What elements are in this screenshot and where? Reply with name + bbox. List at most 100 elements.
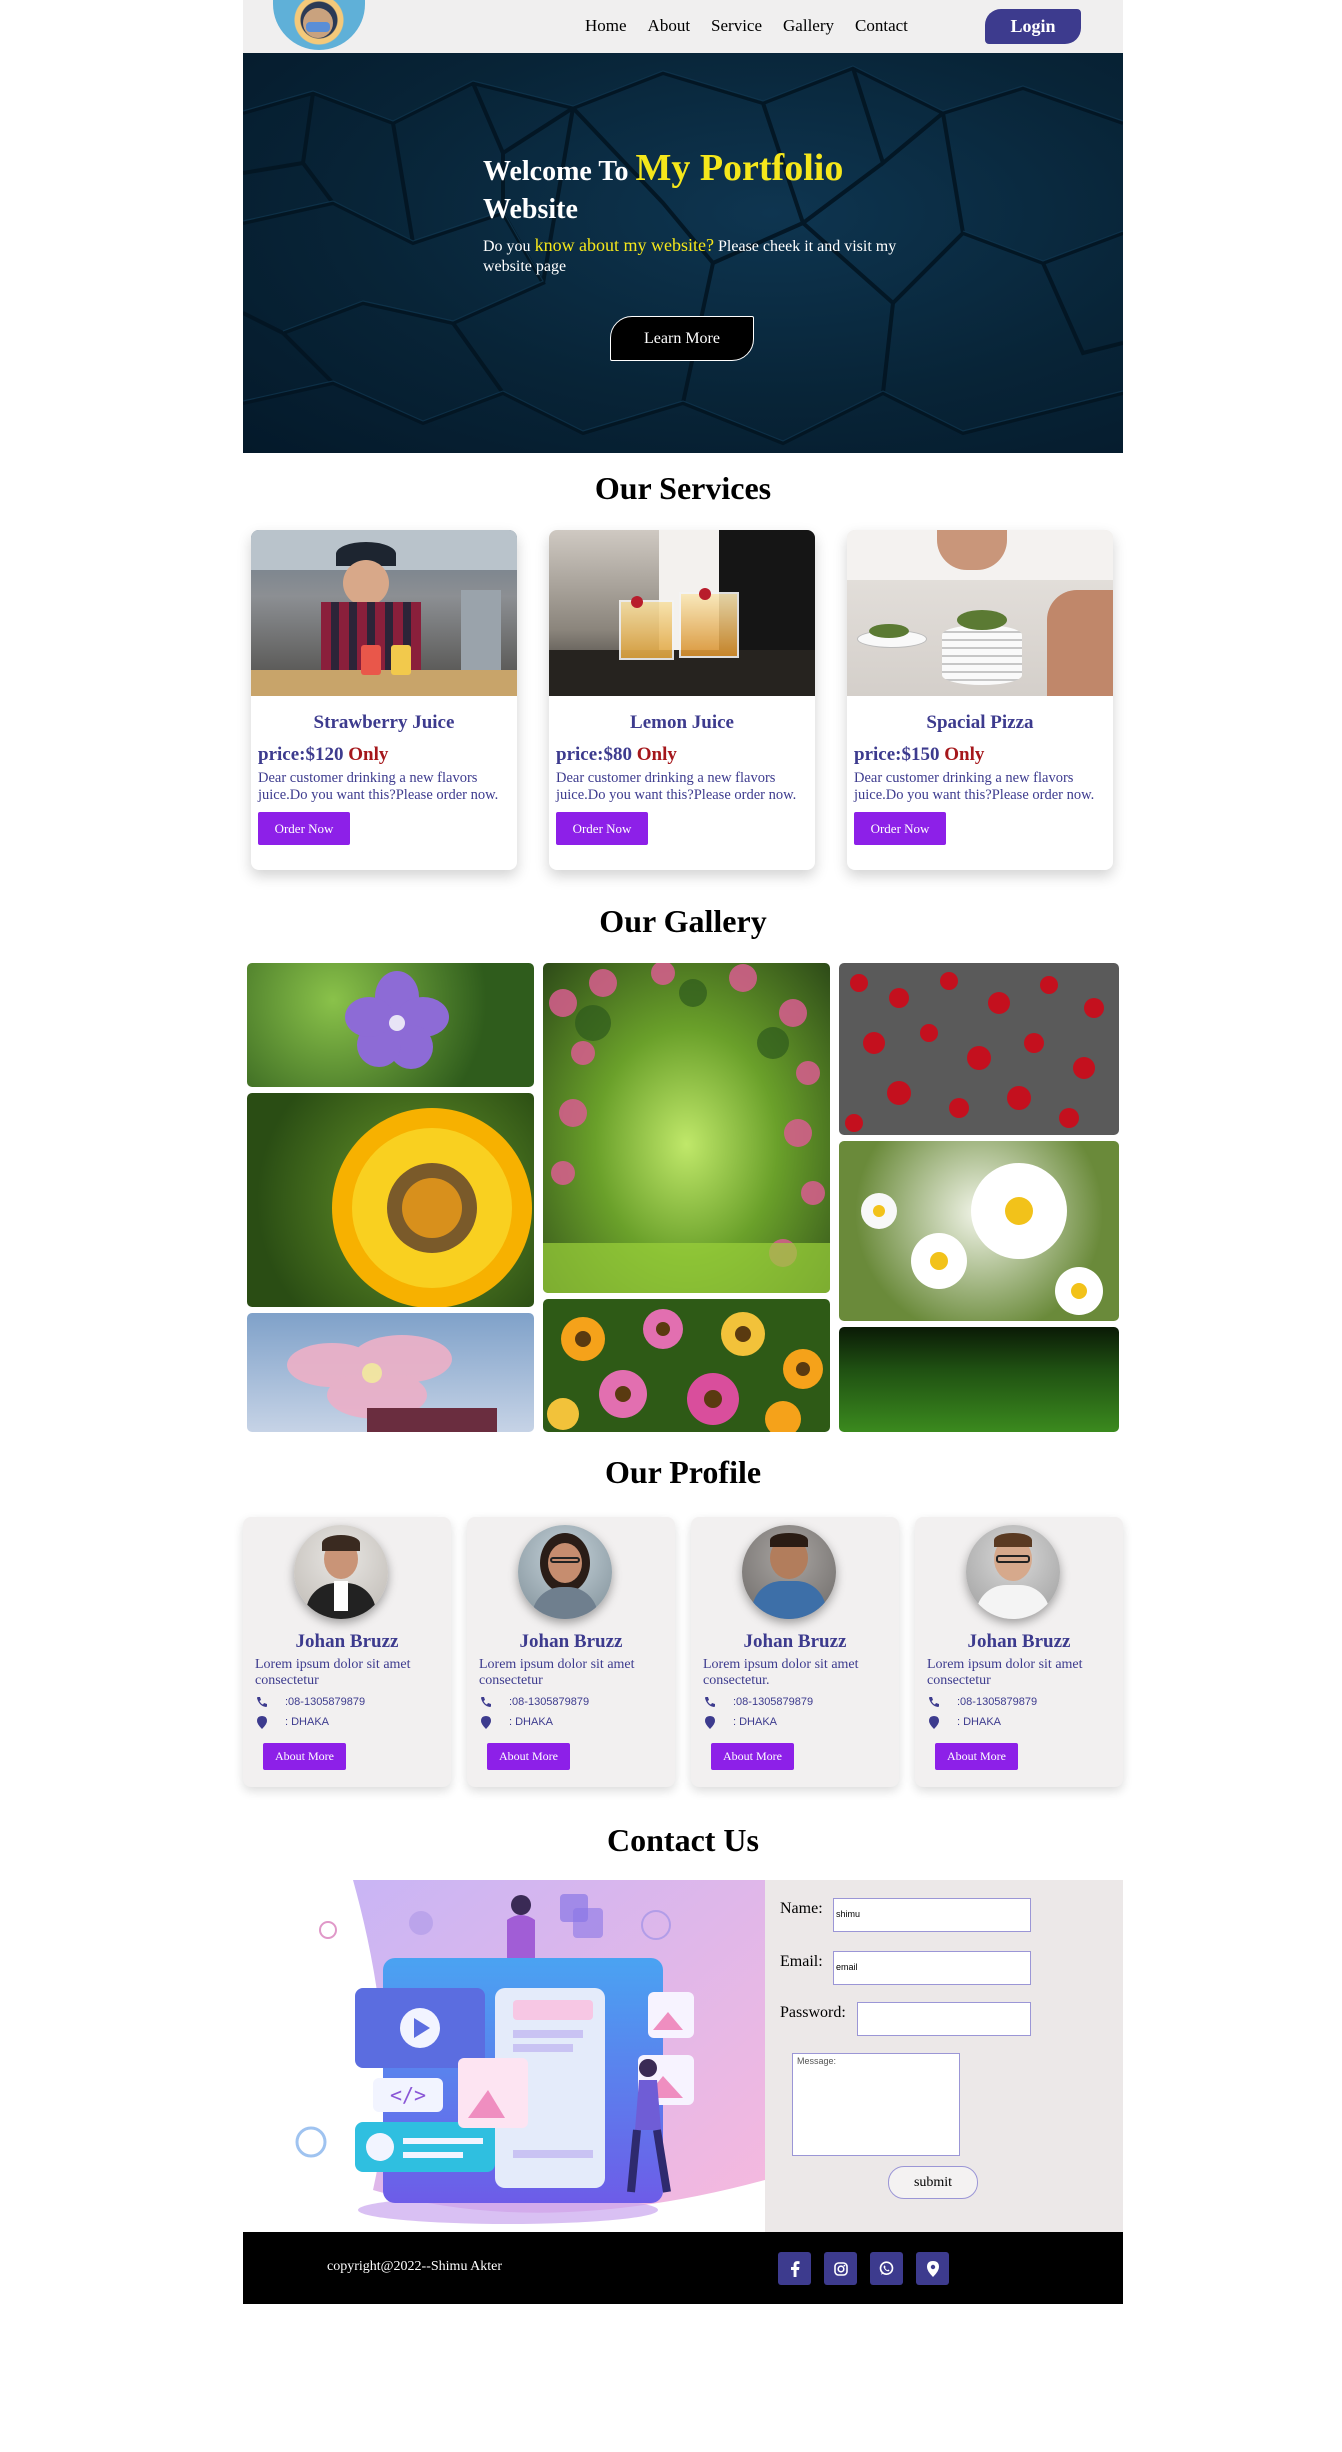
login-button[interactable]: Login: [985, 9, 1081, 44]
email-label: Email:: [780, 1953, 823, 1970]
gallery-image-white-daisies[interactable]: [839, 1141, 1119, 1321]
floral-arch-graphic: [543, 963, 830, 1293]
nav-menu: Home About Service Gallery Contact: [585, 16, 929, 36]
service-description: Dear customer drinking a new flavors jui…: [854, 770, 1095, 803]
contact-title: Contact Us: [607, 1822, 759, 1858]
profile-phone-text: :08-1305879879: [957, 1696, 1038, 1708]
price-only: Only: [348, 744, 389, 765]
location-pin-icon: [479, 1715, 493, 1729]
facebook-icon[interactable]: [778, 2252, 811, 2285]
gallery-image-purple-flower[interactable]: [247, 963, 534, 1087]
order-now-button[interactable]: Order Now: [258, 812, 350, 845]
service-name: Spacial Pizza: [926, 712, 1034, 733]
message-textarea[interactable]: Message:: [792, 2053, 960, 2156]
profile-phone: :08-1305879879: [927, 1695, 1037, 1709]
service-card: Strawberry Juice price:$120 Only Dear cu…: [251, 530, 517, 870]
profile-location-text: : DHAKA: [733, 1716, 778, 1728]
pink-blossom-graphic: [287, 1335, 497, 1432]
location-icon[interactable]: [916, 2252, 949, 2285]
profile-location-text: : DHAKA: [509, 1716, 554, 1728]
profile-card: Johan Bruzz Lorem ipsum dolor sit amet c…: [915, 1517, 1123, 1787]
service-description: Dear customer drinking a new flavors jui…: [556, 770, 797, 803]
price-value: price:$150: [854, 744, 940, 765]
gallery-image-floral-arch[interactable]: [543, 963, 830, 1293]
nav-home[interactable]: Home: [585, 16, 627, 36]
yellow-flower-graphic: [332, 1108, 532, 1307]
lemon-juice-image: [549, 530, 815, 696]
hero-title-highlight: My Portfolio: [635, 147, 844, 189]
avatar: [294, 1525, 388, 1619]
nav-about[interactable]: About: [648, 16, 691, 36]
service-name: Strawberry Juice: [313, 712, 455, 733]
hero-title: Welcome To My Portfolio Website: [483, 149, 903, 229]
profile-name: Johan Bruzz: [295, 1631, 399, 1652]
submit-button[interactable]: submit: [888, 2166, 978, 2199]
about-more-button[interactable]: About More: [487, 1743, 570, 1770]
gallery-image-red-flowers[interactable]: [839, 963, 1119, 1135]
profile-phone: :08-1305879879: [255, 1695, 365, 1709]
instagram-icon[interactable]: [824, 2252, 857, 2285]
email-input[interactable]: email: [833, 1951, 1031, 1985]
profile-description: Lorem ipsum dolor sit amet consectetur: [927, 1657, 1083, 1688]
spacial-pizza-image: [847, 530, 1113, 696]
order-now-button[interactable]: Order Now: [854, 812, 946, 845]
profile-title: Our Profile: [604, 1454, 762, 1490]
profile-card: Johan Bruzz Lorem ipsum dolor sit amet c…: [243, 1517, 451, 1787]
gallery-image-grass[interactable]: [839, 1327, 1119, 1432]
gallery-image-daisy-field[interactable]: [543, 1299, 830, 1432]
learn-more-button[interactable]: Learn More: [610, 316, 754, 361]
profile-phone: :08-1305879879: [479, 1695, 589, 1709]
profile-name: Johan Bruzz: [967, 1631, 1071, 1652]
hero-subtitle: Do you know about my website? Please che…: [483, 235, 903, 277]
profile-description: Lorem ipsum dolor sit amet consectetur.: [703, 1657, 859, 1688]
nav-contact[interactable]: Contact: [855, 16, 908, 36]
about-more-button[interactable]: About More: [263, 1743, 346, 1770]
password-input[interactable]: [857, 2002, 1031, 2036]
logo-mask: [306, 22, 330, 32]
location-pin-icon: [255, 1715, 269, 1729]
service-description: Dear customer drinking a new flavors jui…: [258, 770, 499, 803]
about-more-button[interactable]: About More: [935, 1743, 1018, 1770]
profile-name: Johan Bruzz: [519, 1631, 623, 1652]
hero-title-start: Welcome To: [483, 156, 636, 187]
service-price: price:$120 Only: [258, 744, 517, 766]
profile-phone: :08-1305879879: [703, 1695, 813, 1709]
logo[interactable]: [273, 0, 365, 50]
hero-sub-highlight: know about my website?: [534, 235, 715, 255]
avatar: [966, 1525, 1060, 1619]
services-title: Our Services: [594, 470, 772, 506]
whatsapp-icon[interactable]: [870, 2252, 903, 2285]
nav-gallery[interactable]: Gallery: [783, 16, 834, 36]
password-label: Password:: [780, 2004, 846, 2021]
service-price: price:$150 Only: [854, 744, 1113, 766]
nav-service[interactable]: Service: [711, 16, 762, 36]
phone-icon: [255, 1695, 269, 1709]
service-name: Lemon Juice: [630, 712, 734, 733]
gallery-image-pink-blossom[interactable]: [247, 1313, 534, 1432]
hero-title-end: Website: [483, 194, 578, 225]
daisy-field-graphic: [547, 1309, 823, 1432]
red-flowers-graphic: [845, 972, 1104, 1132]
profile-card: Johan Bruzz Lorem ipsum dolor sit amet c…: [467, 1517, 675, 1787]
location-pin-icon: [703, 1715, 717, 1729]
profile-phone-text: :08-1305879879: [509, 1696, 590, 1708]
name-input[interactable]: shimu: [833, 1898, 1031, 1932]
price-only: Only: [944, 744, 985, 765]
about-more-button[interactable]: About More: [711, 1743, 794, 1770]
avatar: [518, 1525, 612, 1619]
phone-icon: [703, 1695, 717, 1709]
contact-section: </> Name: shimu Email: email Password: M…: [243, 1880, 1123, 2232]
svg-text:</>: </>: [390, 2083, 426, 2107]
page: Home About Service Gallery Contact Login: [243, 0, 1123, 2304]
profile-phone-text: :08-1305879879: [285, 1696, 366, 1708]
navbar: Home About Service Gallery Contact Login: [243, 0, 1123, 53]
profile-name: Johan Bruzz: [743, 1631, 847, 1652]
price-only: Only: [636, 744, 677, 765]
price-value: price:$80: [556, 744, 632, 765]
gallery-image-yellow-flower[interactable]: [247, 1093, 534, 1307]
order-now-button[interactable]: Order Now: [556, 812, 648, 845]
service-price: price:$80 Only: [556, 744, 815, 766]
web-design-illustration: </>: [295, 1880, 765, 2224]
avatar: [742, 1525, 836, 1619]
service-card: Lemon Juice price:$80 Only Dear customer…: [549, 530, 815, 870]
